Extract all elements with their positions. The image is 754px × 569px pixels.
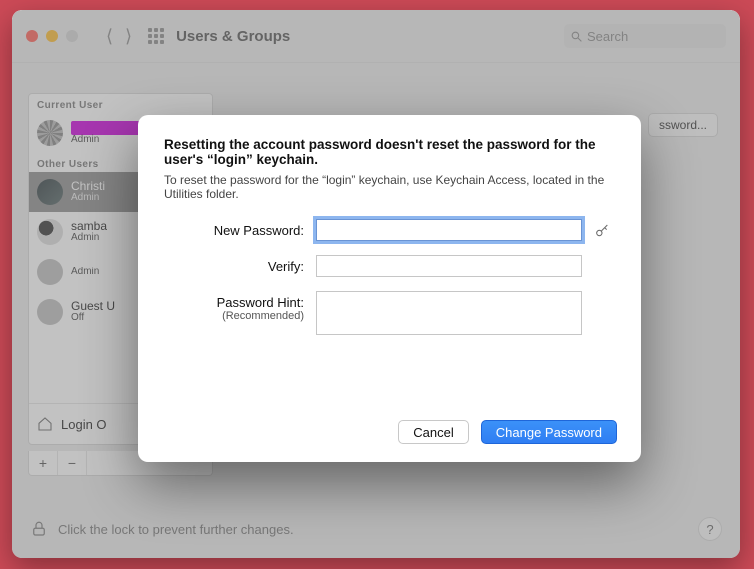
dialog-buttons: Cancel Change Password (398, 420, 617, 444)
label-hint: Password Hint: (Recommended) (164, 291, 304, 322)
dialog-subtitle: To reset the password for the “login” ke… (164, 173, 615, 201)
password-hint-input[interactable] (316, 291, 582, 335)
new-password-input[interactable] (316, 219, 582, 241)
dialog-title: Resetting the account password doesn't r… (164, 137, 615, 167)
change-password-confirm-button[interactable]: Change Password (481, 420, 617, 444)
verify-password-input[interactable] (316, 255, 582, 277)
cancel-button[interactable]: Cancel (398, 420, 468, 444)
preferences-window: ⟨ ⟩ Users & Groups Search Current User A… (12, 10, 740, 558)
label-verify: Verify: (164, 255, 304, 274)
key-icon[interactable] (594, 223, 610, 239)
label-new-password: New Password: (164, 219, 304, 238)
reset-password-dialog: Resetting the account password doesn't r… (138, 115, 641, 462)
